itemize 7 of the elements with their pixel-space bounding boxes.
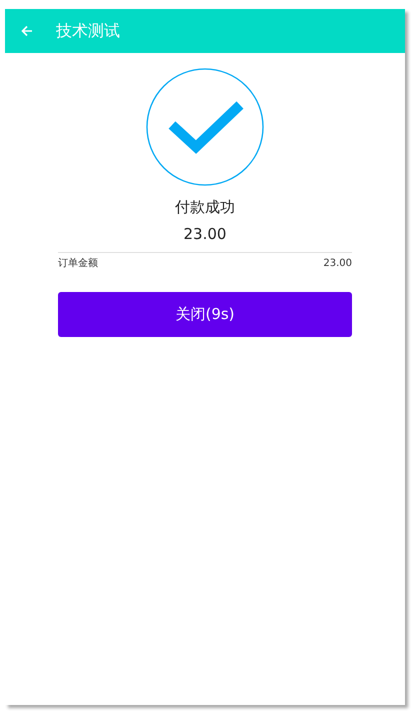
detail-value: 23.00	[323, 257, 352, 271]
back-arrow-icon[interactable]	[21, 25, 33, 37]
detail-label: 订单金额	[58, 257, 98, 271]
payment-amount: 23.00	[184, 225, 226, 243]
close-button[interactable]: 关闭(9s)	[58, 292, 352, 337]
status-message: 付款成功	[175, 198, 235, 217]
app-bar-title: 技术测试	[56, 20, 120, 42]
